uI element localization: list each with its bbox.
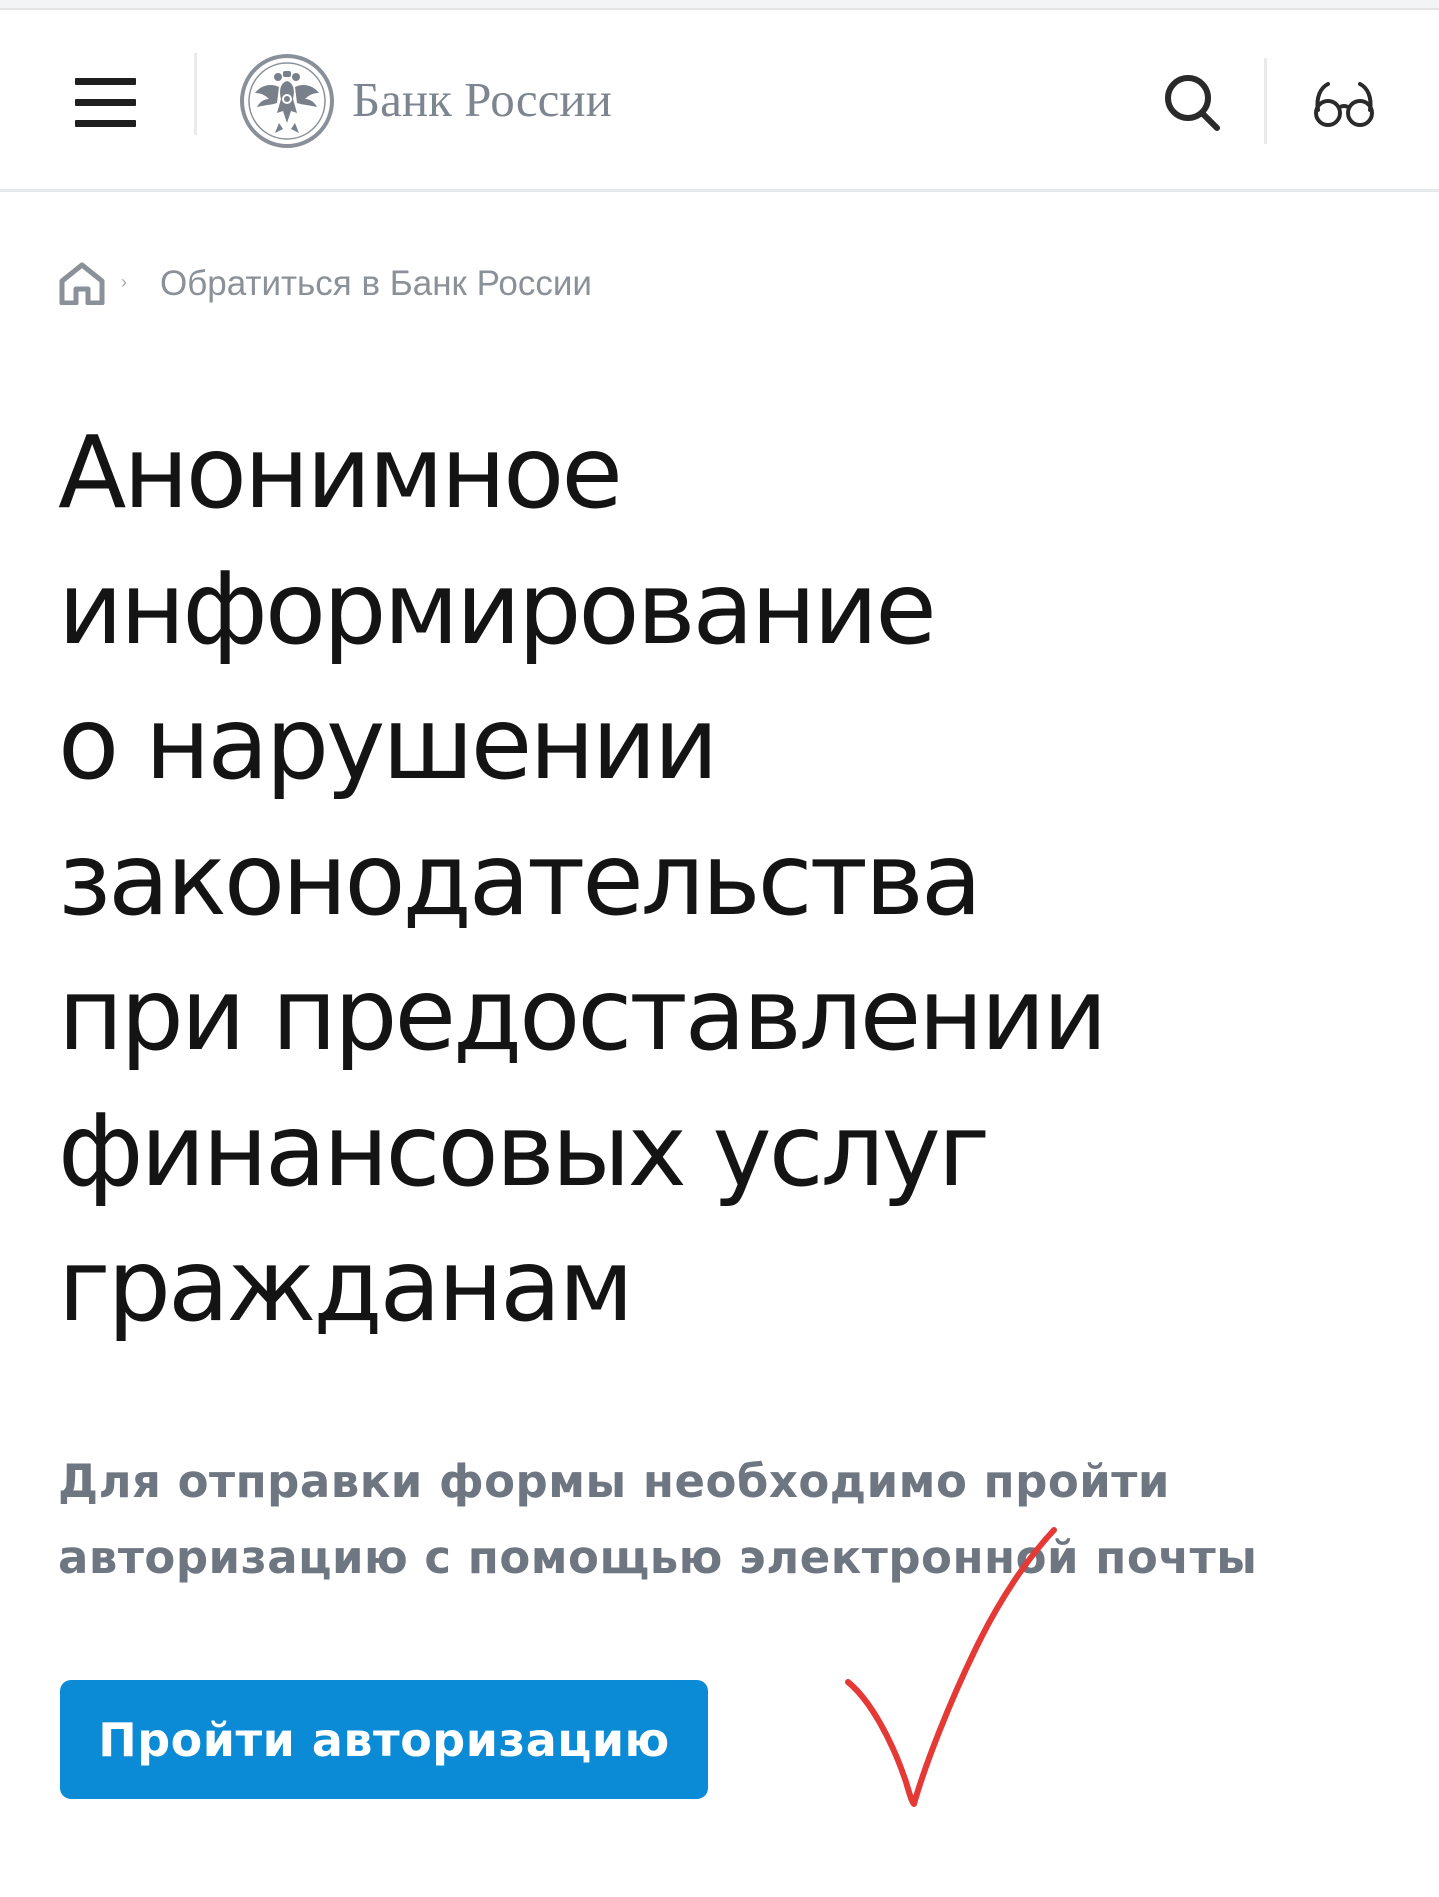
page-title-line: Анонимное — [58, 414, 623, 531]
breadcrumb-separator: › — [121, 272, 127, 292]
page-title-line: о нарушении — [58, 685, 719, 802]
glasses-icon[interactable] — [1310, 80, 1378, 130]
page-title-line: законодательства — [58, 820, 982, 938]
logo-text[interactable]: Банк России — [352, 70, 612, 130]
auth-description-line: авторизацию с помощью электронной почты — [58, 1531, 1258, 1584]
page-title: Анонимное информирование о нарушении зак… — [58, 405, 1258, 1354]
search-icon[interactable] — [1162, 72, 1222, 134]
page-title-line: при предоставлении — [58, 956, 1108, 1073]
hamburger-menu-icon[interactable] — [75, 78, 136, 128]
header-divider — [194, 53, 197, 135]
bank-emblem-icon[interactable] — [239, 53, 335, 149]
auth-button[interactable]: Пройти авторизацию — [60, 1680, 708, 1799]
auth-description-line: Для отправки формы необходимо пройти — [58, 1455, 1170, 1508]
page-title-line: гражданам — [58, 1227, 634, 1344]
auth-description: Для отправки формы необходимо пройти авт… — [58, 1444, 1358, 1596]
header-divider — [1264, 58, 1267, 144]
home-icon[interactable] — [58, 261, 106, 305]
page-title-line: финансовых услуг — [58, 1091, 990, 1209]
top-rule — [0, 0, 1439, 10]
page-title-line: информирование — [58, 549, 937, 667]
site-header: Банк России — [0, 10, 1439, 192]
breadcrumb-link-contact-bank[interactable]: Обратиться в Банк России — [160, 260, 592, 308]
